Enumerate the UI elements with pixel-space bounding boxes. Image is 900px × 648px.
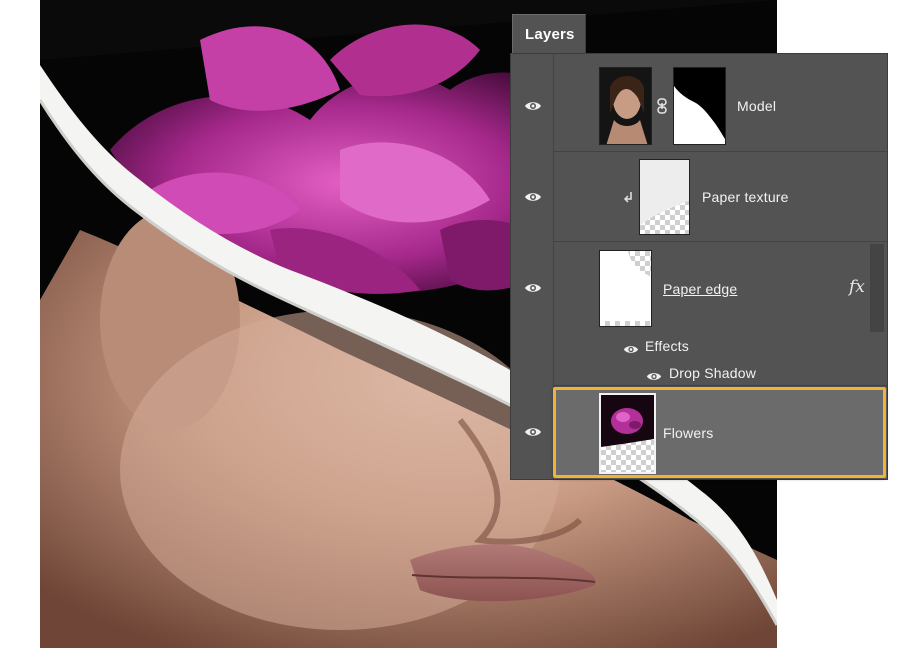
eye-icon[interactable] [524,191,542,203]
layer-row-model[interactable]: Model [554,54,887,152]
layer-thumbnail-paper-texture [639,159,690,235]
layer-thumbnail-model [599,67,652,145]
layer-name: Paper edge [663,281,738,297]
fx-icon[interactable]: fx [849,277,865,297]
tab-layers[interactable]: Layers [512,14,586,54]
layer-row-paper-edge[interactable]: Paper edge fx Effects Drop Shadow [554,242,887,386]
layer-name: Model [737,98,777,114]
visibility-column [511,54,554,479]
clipping-mask-icon [623,190,634,203]
effect-drop-shadow[interactable]: Drop Shadow [669,365,756,381]
link-icon[interactable] [657,98,667,114]
effects-label: Effects [645,338,689,354]
layer-name: Paper texture [702,189,789,205]
layer-mask-thumbnail-model [673,67,726,145]
layer-row-paper-texture[interactable]: Paper texture [554,152,887,242]
eye-icon[interactable] [623,342,639,353]
eye-icon[interactable] [524,282,542,294]
scrollbar[interactable] [870,244,884,332]
eye-icon[interactable] [524,100,542,112]
selection-outline [553,387,886,478]
eye-icon[interactable] [646,369,662,380]
layer-thumbnail-paper-edge [599,250,652,327]
eye-icon[interactable] [524,426,542,438]
